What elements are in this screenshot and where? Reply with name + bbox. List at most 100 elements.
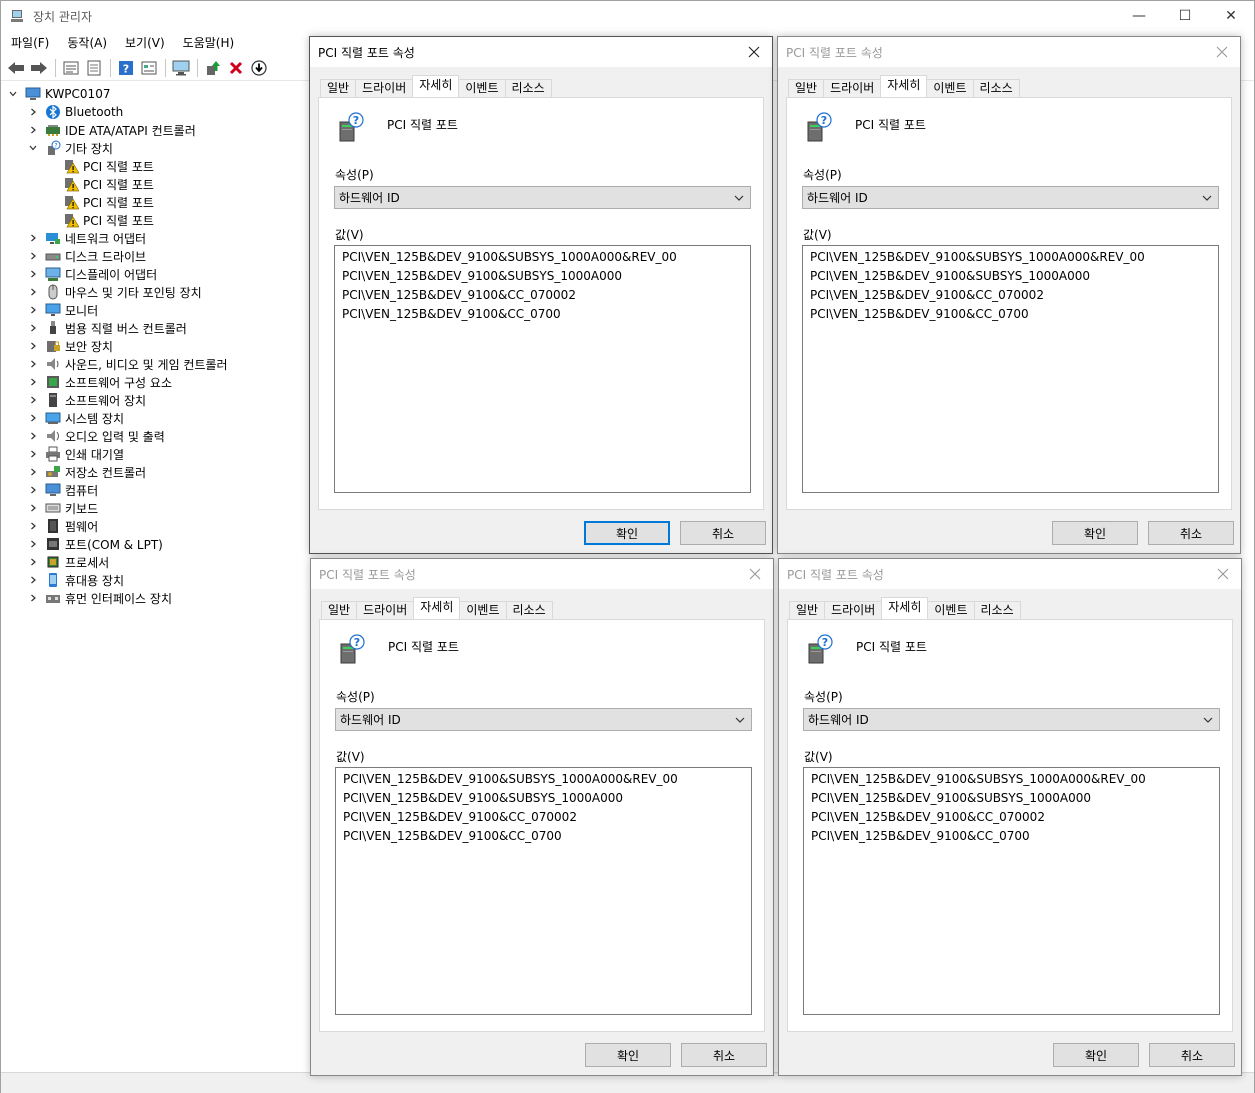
- tab-details[interactable]: 자세히: [412, 75, 460, 97]
- maximize-button[interactable]: ☐: [1162, 1, 1208, 31]
- tab-general[interactable]: 일반: [320, 79, 357, 97]
- chevron-right-icon[interactable]: [27, 538, 39, 550]
- dialog-title-bar[interactable]: PCI 직렬 포트 속성: [778, 37, 1240, 67]
- uninstall-x-icon[interactable]: [225, 57, 247, 79]
- chevron-right-icon[interactable]: [27, 448, 39, 460]
- tree-item-category[interactable]: 네트워크 어댑터: [27, 229, 146, 247]
- tree-item-category[interactable]: 오디오 입력 및 출력: [27, 427, 165, 445]
- chevron-right-icon[interactable]: [27, 466, 39, 478]
- tree-item-category[interactable]: 소프트웨어 구성 요소: [27, 373, 172, 391]
- tab-details[interactable]: 자세히: [880, 75, 928, 97]
- tab-driver[interactable]: 드라이버: [824, 601, 883, 619]
- tree-item-device[interactable]: PCI 직렬 포트: [45, 193, 154, 211]
- tree-item-category[interactable]: 시스템 장치: [27, 409, 124, 427]
- chevron-right-icon[interactable]: [27, 520, 39, 532]
- value-list[interactable]: PCI\VEN_125B&DEV_9100&SUBSYS_1000A000&RE…: [334, 245, 751, 493]
- minimize-button[interactable]: —: [1116, 1, 1162, 31]
- value-list[interactable]: PCI\VEN_125B&DEV_9100&SUBSYS_1000A000&RE…: [803, 767, 1220, 1015]
- list-item[interactable]: PCI\VEN_125B&DEV_9100&SUBSYS_1000A000: [811, 790, 1212, 809]
- tab-driver[interactable]: 드라이버: [356, 601, 415, 619]
- cancel-button[interactable]: 취소: [681, 1043, 767, 1067]
- property-dropdown[interactable]: 하드웨어 ID: [334, 186, 751, 209]
- tree-item-category[interactable]: 사운드, 비디오 및 게임 컨트롤러: [27, 355, 228, 373]
- chevron-right-icon[interactable]: [27, 556, 39, 568]
- list-item[interactable]: PCI\VEN_125B&DEV_9100&SUBSYS_1000A000&RE…: [810, 249, 1211, 268]
- tree-item-category[interactable]: ? 기타 장치: [27, 139, 113, 157]
- forward-arrow-icon[interactable]: [28, 57, 50, 79]
- chevron-right-icon[interactable]: [27, 412, 39, 424]
- chevron-right-icon[interactable]: [27, 574, 39, 586]
- tree-item-category[interactable]: 포트(COM & LPT): [27, 535, 163, 553]
- tab-resources[interactable]: 리소스: [504, 79, 552, 97]
- tab-resources[interactable]: 리소스: [973, 601, 1021, 619]
- tab-events[interactable]: 이벤트: [459, 601, 507, 619]
- chevron-right-icon[interactable]: [27, 286, 39, 298]
- properties-sheet-icon[interactable]: [60, 57, 82, 79]
- dialog-title-bar[interactable]: PCI 직렬 포트 속성: [779, 559, 1241, 589]
- tab-resources[interactable]: 리소스: [505, 601, 553, 619]
- tree-item-category[interactable]: 디스플레이 어댑터: [27, 265, 157, 283]
- chevron-right-icon[interactable]: [27, 232, 39, 244]
- dialog-close-button[interactable]: [1211, 562, 1235, 586]
- help-icon[interactable]: ?: [115, 57, 137, 79]
- tree-item-category[interactable]: 휴대용 장치: [27, 571, 124, 589]
- property-dropdown[interactable]: 하드웨어 ID: [335, 708, 752, 731]
- chevron-right-icon[interactable]: [27, 592, 39, 604]
- chevron-right-icon[interactable]: [27, 106, 39, 118]
- tree-item-category[interactable]: Bluetooth: [27, 103, 123, 121]
- list-item[interactable]: PCI\VEN_125B&DEV_9100&CC_070002: [810, 287, 1211, 306]
- back-arrow-icon[interactable]: [5, 57, 27, 79]
- tab-general[interactable]: 일반: [788, 79, 825, 97]
- tab-details[interactable]: 자세히: [413, 597, 461, 619]
- chevron-down-icon[interactable]: [7, 88, 19, 100]
- title-bar[interactable]: 장치 관리자 — ☐ ✕: [1, 1, 1254, 31]
- close-button[interactable]: ✕: [1208, 1, 1254, 31]
- tab-details[interactable]: 자세히: [881, 597, 929, 619]
- list-item[interactable]: PCI\VEN_125B&DEV_9100&SUBSYS_1000A000&RE…: [342, 249, 743, 268]
- chevron-right-icon[interactable]: [27, 268, 39, 280]
- tree-item-category[interactable]: 보안 장치: [27, 337, 113, 355]
- tab-general[interactable]: 일반: [789, 601, 826, 619]
- property-dropdown[interactable]: 하드웨어 ID: [803, 708, 1220, 731]
- list-item[interactable]: PCI\VEN_125B&DEV_9100&SUBSYS_1000A000&RE…: [811, 771, 1212, 790]
- value-list[interactable]: PCI\VEN_125B&DEV_9100&SUBSYS_1000A000&RE…: [335, 767, 752, 1015]
- update-driver-icon[interactable]: [202, 57, 224, 79]
- chevron-right-icon[interactable]: [27, 340, 39, 352]
- tab-driver[interactable]: 드라이버: [823, 79, 882, 97]
- chevron-right-icon[interactable]: [27, 394, 39, 406]
- cancel-button[interactable]: 취소: [1148, 521, 1234, 545]
- list-item[interactable]: PCI\VEN_125B&DEV_9100&SUBSYS_1000A000&RE…: [343, 771, 744, 790]
- tree-item-category[interactable]: 인쇄 대기열: [27, 445, 124, 463]
- chevron-right-icon[interactable]: [27, 322, 39, 334]
- cancel-button[interactable]: 취소: [680, 521, 766, 545]
- chevron-right-icon[interactable]: [27, 250, 39, 262]
- menu-view[interactable]: 보기(V): [115, 31, 173, 53]
- chevron-right-icon[interactable]: [27, 484, 39, 496]
- cancel-button[interactable]: 취소: [1149, 1043, 1235, 1067]
- list-item[interactable]: PCI\VEN_125B&DEV_9100&SUBSYS_1000A000: [810, 268, 1211, 287]
- tab-events[interactable]: 이벤트: [927, 601, 975, 619]
- ok-button[interactable]: 확인: [1053, 1043, 1139, 1067]
- tree-item-category[interactable]: 컴퓨터: [27, 481, 98, 499]
- chevron-right-icon[interactable]: [27, 430, 39, 442]
- dialog-close-button[interactable]: [1210, 40, 1234, 64]
- chevron-right-icon[interactable]: [27, 376, 39, 388]
- view-icon[interactable]: [138, 57, 160, 79]
- chevron-right-icon[interactable]: [27, 502, 39, 514]
- chevron-right-icon[interactable]: [27, 358, 39, 370]
- property-dropdown[interactable]: 하드웨어 ID: [802, 186, 1219, 209]
- list-icon[interactable]: [83, 57, 105, 79]
- list-item[interactable]: PCI\VEN_125B&DEV_9100&SUBSYS_1000A000: [342, 268, 743, 287]
- tree-item-category[interactable]: 휴먼 인터페이스 장치: [27, 589, 172, 607]
- tree-item-category[interactable]: 저장소 컨트롤러: [27, 463, 146, 481]
- chevron-down-icon[interactable]: [27, 142, 39, 154]
- tree-item-category[interactable]: 키보드: [27, 499, 98, 517]
- ok-button[interactable]: 확인: [1052, 521, 1138, 545]
- tab-resources[interactable]: 리소스: [972, 79, 1020, 97]
- list-item[interactable]: PCI\VEN_125B&DEV_9100&SUBSYS_1000A000: [343, 790, 744, 809]
- tree-item-category[interactable]: 프로세서: [27, 553, 109, 571]
- tree-item-category[interactable]: 소프트웨어 장치: [27, 391, 146, 409]
- tree-item-device[interactable]: PCI 직렬 포트: [45, 175, 154, 193]
- list-item[interactable]: PCI\VEN_125B&DEV_9100&CC_0700: [811, 828, 1212, 847]
- tree-item-device[interactable]: PCI 직렬 포트: [45, 157, 154, 175]
